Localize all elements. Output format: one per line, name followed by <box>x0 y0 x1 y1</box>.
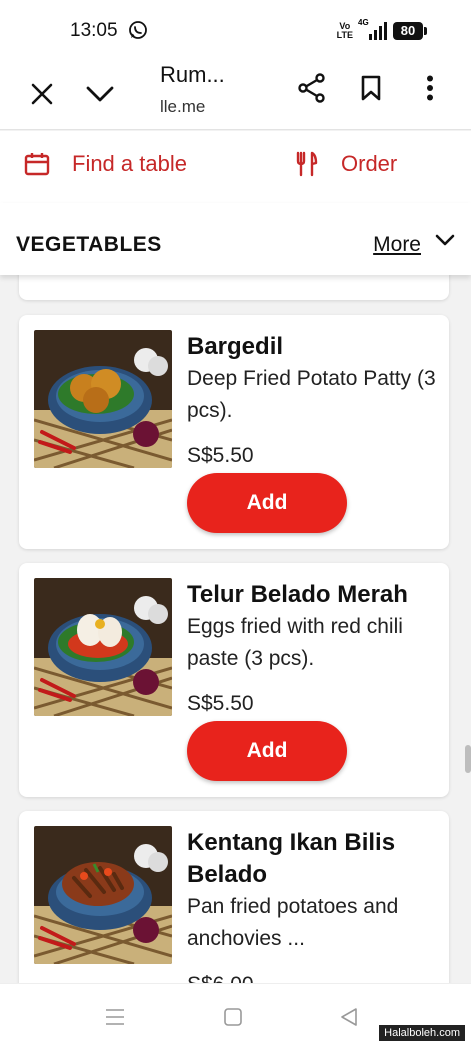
calendar-icon <box>24 153 50 176</box>
status-bar: 13:05 Vo LTE 4G 80 <box>0 0 471 62</box>
find-table-label: Find a table <box>72 151 187 176</box>
bookmark-button[interactable] <box>351 68 391 108</box>
add-button[interactable]: Add <box>187 721 347 781</box>
watermark: Halalboleh.com <box>379 1025 465 1041</box>
battery-indicator: 80 <box>393 22 427 40</box>
dish-description: Pan fried potatoes and anchovies ... <box>187 895 399 950</box>
chevron-down-icon <box>86 86 114 102</box>
menu-card-partial <box>19 275 449 300</box>
whatsapp-icon <box>129 21 147 39</box>
square-icon <box>224 1008 242 1026</box>
browser-toolbar: Rum... lle.me <box>0 62 471 130</box>
scrollbar-thumb[interactable] <box>465 745 471 773</box>
add-button[interactable]: Add <box>187 473 347 533</box>
page-url: lle.me <box>160 97 206 116</box>
page-title: Rum... <box>160 62 225 87</box>
menu-card: Bargedil Deep Fried Potato Patty (3 pcs)… <box>19 315 449 549</box>
signal-icon: 4G <box>358 18 387 40</box>
category-bar: VEGETABLES More <box>0 203 471 275</box>
status-time: 13:05 <box>70 20 118 41</box>
menu-card: Telur Belado Merah Eggs fried with red c… <box>19 563 449 797</box>
recent-apps-button[interactable] <box>100 1002 130 1032</box>
bookmark-icon <box>361 75 381 101</box>
dish-description: Deep Fried Potato Patty (3 pcs). <box>187 367 436 422</box>
volte-indicator: Vo LTE <box>337 22 353 40</box>
dish-name: Kentang Ikan Bilis Belado <box>187 829 396 888</box>
dish-photo <box>34 826 172 964</box>
share-icon <box>298 73 325 103</box>
order-link[interactable]: Order <box>295 151 397 177</box>
dish-name: Bargedil <box>187 333 284 360</box>
close-button[interactable] <box>22 74 62 114</box>
dish-description: Eggs fried with red chili paste (3 pcs). <box>187 615 403 670</box>
category-title: VEGETABLES <box>16 233 162 256</box>
dish-photo <box>34 578 172 716</box>
menu-list[interactable]: Bargedil Deep Fried Potato Patty (3 pcs)… <box>0 275 471 983</box>
status-indicators: Vo LTE 4G 80 <box>337 18 427 42</box>
action-bar: Find a table Order <box>0 131 471 203</box>
more-vertical-icon <box>427 75 433 101</box>
dish-name: Telur Belado Merah <box>187 581 408 608</box>
dish-photo <box>34 330 172 468</box>
menu-icon <box>106 1009 124 1025</box>
share-button[interactable] <box>292 68 332 108</box>
dish-price: S$5.50 <box>187 692 254 715</box>
find-table-link[interactable]: Find a table <box>24 151 187 177</box>
network-type: 4G <box>358 18 369 27</box>
volte-line2: LTE <box>336 30 353 40</box>
collapse-button[interactable] <box>80 74 120 114</box>
menu-card: Kentang Ikan Bilis Belado Pan fried pota… <box>19 811 449 983</box>
close-icon <box>31 83 53 105</box>
dish-price: S$6.00 <box>187 973 254 983</box>
more-options-button[interactable] <box>410 68 450 108</box>
fork-knife-icon <box>296 151 318 177</box>
home-button[interactable] <box>218 1002 248 1032</box>
back-triangle-icon <box>341 1008 357 1026</box>
order-label: Order <box>341 151 398 176</box>
back-button[interactable] <box>334 1002 364 1032</box>
dish-price: S$5.50 <box>187 444 254 467</box>
chevron-down-icon[interactable] <box>435 233 455 247</box>
more-categories-link[interactable]: More <box>373 233 421 257</box>
